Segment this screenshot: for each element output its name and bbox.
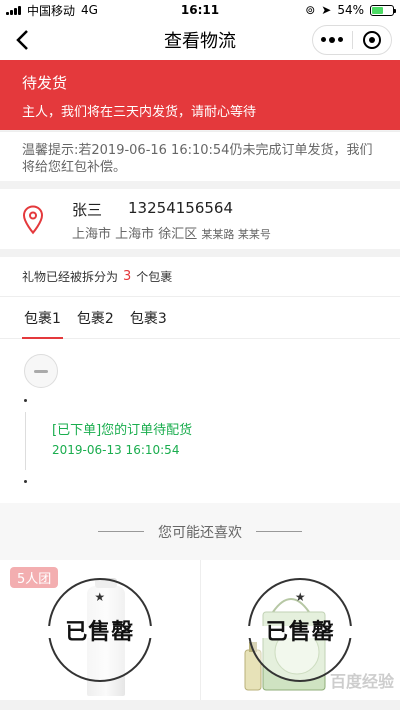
order-status-subtitle: 主人，我们将在三天内发货，请耐心等待 bbox=[22, 105, 257, 120]
package-tabs: 包裹1 包裹2 包裹3 bbox=[0, 297, 400, 339]
timeline-line bbox=[25, 412, 26, 470]
split-prefix: 礼物已经被拆分为 bbox=[22, 270, 119, 284]
back-button[interactable] bbox=[8, 26, 36, 54]
signal-icon bbox=[6, 5, 21, 15]
event-time: 2019-06-13 16:10:54 bbox=[52, 443, 180, 457]
more-dots-icon bbox=[321, 37, 344, 43]
status-bar: 中国移动 4G 16:11 ⊚ ➤ 54% bbox=[0, 0, 400, 20]
star-icon: ★ bbox=[294, 590, 306, 604]
timeline-event: [已下单]您的订单待配货 2019-06-13 16:10:54 bbox=[52, 419, 192, 457]
page-title: 查看物流 bbox=[164, 31, 236, 52]
package-count: 3 bbox=[123, 269, 132, 284]
address-card: 张三 13254156564 上海市 上海市 徐汇区 某某路 某某号 bbox=[0, 189, 400, 249]
mini-program-capsule bbox=[312, 25, 392, 55]
timeline-dot bbox=[24, 480, 27, 483]
shipping-notice: 温馨提示:若2019-06-16 16:10:54仍未完成订单发货，我们将给您红… bbox=[0, 131, 400, 181]
tab-package-2[interactable]: 包裹2 bbox=[77, 297, 114, 339]
timeline-dot bbox=[24, 399, 27, 402]
tracking-timeline: [已下单]您的订单待配货 2019-06-13 16:10:54 bbox=[0, 339, 400, 503]
order-status-title: 待发货 bbox=[22, 74, 68, 92]
split-suffix: 个包裹 bbox=[136, 270, 173, 284]
nav-bar: 查看物流 bbox=[0, 20, 400, 60]
address-region: 上海市 上海市 徐汇区 bbox=[72, 227, 198, 242]
location-pin-icon bbox=[22, 205, 44, 235]
event-title: [已下单]您的订单待配货 bbox=[52, 423, 193, 438]
group-buy-badge: 5人团 bbox=[10, 567, 59, 588]
target-icon bbox=[362, 31, 381, 49]
order-status-banner: 待发货 主人，我们将在三天内发货，请耐心等待 bbox=[0, 60, 400, 130]
battery-fill bbox=[372, 6, 383, 14]
divider-line bbox=[98, 531, 144, 532]
address-detail: 某某路 某某号 bbox=[201, 228, 271, 241]
package-split-info: 礼物已经被拆分为 3 个包裹 bbox=[0, 257, 400, 297]
recommend-header: 您可能还喜欢 bbox=[0, 503, 400, 560]
battery-icon bbox=[370, 4, 396, 16]
watermark: 百度经验 bbox=[329, 672, 394, 691]
product-card[interactable]: ★ 已售罄 百度经验 bbox=[199, 560, 400, 700]
product-grid: ★ 已售罄 5人团 ★ 已售罄 百度经验 bbox=[0, 560, 400, 700]
star-icon: ★ bbox=[94, 590, 106, 604]
battery-percent: 54% bbox=[337, 3, 364, 17]
lock-rotation-icon: ⊚ bbox=[305, 3, 316, 17]
chevron-left-icon bbox=[16, 30, 28, 50]
sold-out-stamp: ★ 已售罄 bbox=[47, 578, 152, 682]
tab-package-1[interactable]: 包裹1 bbox=[22, 297, 63, 339]
recipient-name: 张三 bbox=[72, 201, 103, 219]
network-label: 4G bbox=[81, 3, 98, 17]
close-mini-program-button[interactable] bbox=[353, 26, 392, 54]
sold-out-label: 已售罄 bbox=[65, 620, 135, 645]
sold-out-stamp: ★ 已售罄 bbox=[248, 578, 353, 682]
location-arrow-icon: ➤ bbox=[321, 3, 332, 17]
more-button[interactable] bbox=[313, 26, 352, 54]
product-card[interactable]: ★ 已售罄 5人团 bbox=[0, 560, 200, 700]
tab-package-3[interactable]: 包裹3 bbox=[130, 297, 167, 339]
package-thumbnail bbox=[24, 354, 58, 388]
sold-out-label: 已售罄 bbox=[265, 620, 335, 645]
divider-line bbox=[256, 531, 302, 532]
recipient-address: 上海市 上海市 徐汇区 某某路 某某号 bbox=[72, 223, 271, 242]
recipient-phone: 13254156564 bbox=[128, 199, 233, 217]
recommend-title: 您可能还喜欢 bbox=[158, 524, 242, 541]
carrier-label: 中国移动 bbox=[27, 3, 76, 18]
